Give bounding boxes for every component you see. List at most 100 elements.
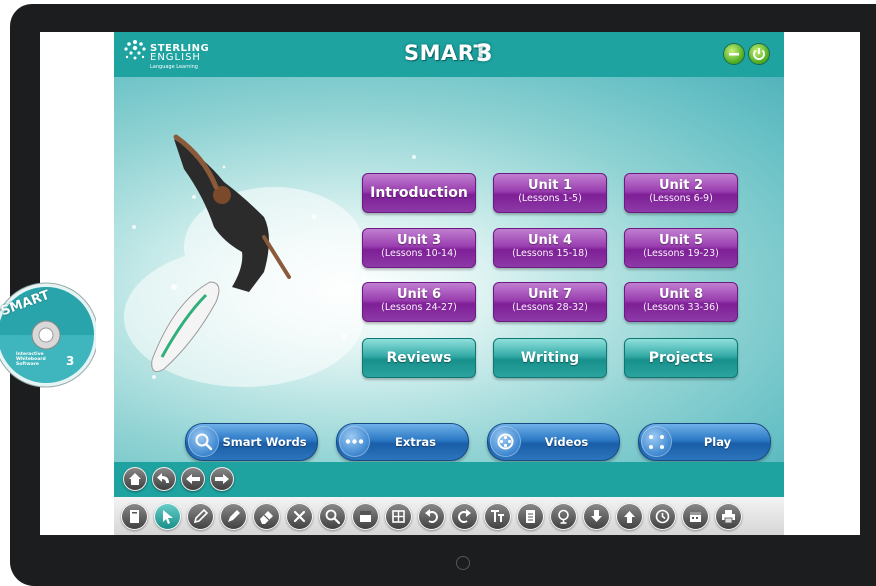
unit-3-button[interactable]: Unit 3 (Lessons 10-14) (362, 228, 476, 268)
pointer-tool[interactable] (154, 503, 181, 530)
power-icon (753, 48, 765, 60)
app-title-number: 3 (476, 39, 493, 67)
pointer-icon (163, 510, 173, 524)
button-label: Unit 7 (527, 287, 573, 302)
download-tool[interactable] (583, 503, 610, 530)
play-button[interactable]: Play (638, 423, 771, 461)
film-reel-icon (490, 426, 521, 457)
redo-icon (458, 509, 471, 523)
button-sublabel: (Lessons 1-5) (518, 193, 582, 204)
button-sublabel: (Lessons 19-23) (643, 248, 719, 259)
marker-tool[interactable] (220, 503, 247, 530)
power-button[interactable] (749, 44, 769, 64)
button-label: Projects (648, 350, 714, 366)
unit-4-button[interactable]: Unit 4 (Lessons 15-18) (493, 228, 607, 268)
pencil-tool[interactable] (187, 503, 214, 530)
button-label: Unit 8 (658, 287, 704, 302)
button-sublabel: (Lessons 15-18) (512, 248, 588, 259)
unit-2-button[interactable]: Unit 2 (Lessons 6-9) (624, 173, 738, 213)
software-disc: 3 SMART Interactive Whiteboard Software (0, 280, 99, 412)
extras-button[interactable]: Extras (336, 423, 469, 461)
app-window: STERLING ENGLISH Language Learning SMART… (114, 32, 784, 535)
upload-tool[interactable] (616, 503, 643, 530)
button-sublabel: (Lessons 6-9) (649, 193, 713, 204)
tools-toolbar (114, 497, 784, 535)
unit-5-button[interactable]: Unit 5 (Lessons 19-23) (624, 228, 738, 268)
logo-mark-icon (124, 40, 146, 60)
clock-icon (655, 509, 670, 524)
reviews-button[interactable]: Reviews (362, 338, 476, 378)
calendar-tool[interactable] (682, 503, 709, 530)
pill-label: Play (703, 435, 732, 449)
document-icon (526, 510, 535, 523)
button-label: Introduction (370, 185, 468, 201)
button-sublabel: (Lessons 33-36) (643, 302, 719, 313)
projects-button[interactable]: Projects (624, 338, 738, 378)
redo-tool[interactable] (451, 503, 478, 530)
introduction-button[interactable]: Introduction (362, 173, 476, 213)
camera-icon (456, 556, 470, 570)
navigation-bar (114, 462, 784, 497)
arrow-left-icon (186, 474, 200, 484)
clock-tool[interactable] (649, 503, 676, 530)
next-button[interactable] (210, 467, 234, 491)
previous-button[interactable] (181, 467, 205, 491)
minimize-button[interactable] (724, 44, 744, 64)
button-label: Unit 4 (527, 233, 573, 248)
button-label: Unit 2 (658, 178, 704, 193)
disc-number: 3 (66, 354, 74, 368)
screen: STERLING ENGLISH Language Learning SMART… (40, 32, 860, 535)
pencil-icon (193, 508, 209, 524)
undo-icon (425, 509, 438, 523)
dots-icon (339, 426, 370, 457)
magnifier-icon (188, 426, 219, 457)
text-tool[interactable] (484, 503, 511, 530)
clear-tool[interactable] (286, 503, 313, 530)
button-label: Reviews (386, 350, 452, 366)
smart-words-button[interactable]: Smart Words (185, 423, 318, 461)
surfer-illustration (124, 134, 416, 387)
home-icon (129, 473, 141, 485)
book-icon (130, 510, 139, 523)
app-title: SMART 3 (404, 39, 494, 67)
pill-label: Extras (394, 435, 437, 449)
unit-1-button[interactable]: Unit 1 (Lessons 1-5) (493, 173, 607, 213)
back-button[interactable] (152, 467, 176, 491)
grid-icon (392, 510, 405, 523)
shade-icon (360, 511, 371, 522)
button-label: Unit 5 (658, 233, 704, 248)
game-icon (641, 426, 672, 457)
download-icon (591, 510, 602, 522)
button-sublabel: (Lessons 10-14) (381, 248, 457, 259)
button-label: Unit 3 (396, 233, 442, 248)
spotlight-tool[interactable] (385, 503, 412, 530)
eraser-tool[interactable] (253, 503, 280, 530)
zoom-tool[interactable] (319, 503, 346, 530)
disc-caption: Interactive Whiteboard Software (16, 352, 46, 367)
top-bar: STERLING ENGLISH Language Learning SMART… (114, 32, 784, 77)
arrow-right-icon (215, 474, 229, 484)
undo-tool[interactable] (418, 503, 445, 530)
notes-tool[interactable] (517, 503, 544, 530)
screen-shade-tool[interactable] (352, 503, 379, 530)
microphone-icon (558, 509, 569, 524)
record-tool[interactable] (550, 503, 577, 530)
unit-6-button[interactable]: Unit 6 (Lessons 24-27) (362, 282, 476, 322)
pill-label: Smart Words (222, 435, 307, 449)
book-tool[interactable] (121, 503, 148, 530)
print-tool[interactable] (715, 503, 742, 530)
logo-sub: ENGLISH (150, 52, 201, 63)
writing-button[interactable]: Writing (493, 338, 607, 378)
unit-8-button[interactable]: Unit 8 (Lessons 33-36) (624, 282, 738, 322)
home-button[interactable] (123, 467, 147, 491)
upload-icon (624, 511, 635, 523)
button-label: Unit 6 (396, 287, 442, 302)
button-label: Unit 1 (527, 178, 573, 193)
printer-icon (722, 510, 735, 524)
unit-7-button[interactable]: Unit 7 (Lessons 28-32) (493, 282, 607, 322)
button-sublabel: (Lessons 28-32) (512, 302, 588, 313)
videos-button[interactable]: Videos (487, 423, 620, 461)
button-sublabel: (Lessons 24-27) (381, 302, 457, 313)
marker-icon (228, 510, 240, 522)
button-label: Writing (520, 350, 580, 366)
